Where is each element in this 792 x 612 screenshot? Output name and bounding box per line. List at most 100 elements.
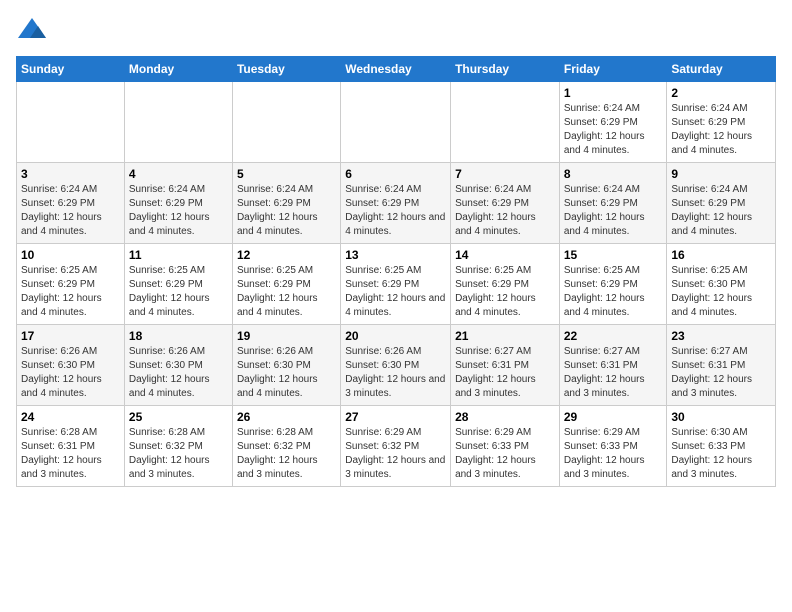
day-number: 10: [21, 248, 120, 262]
calendar-cell: 9Sunrise: 6:24 AM Sunset: 6:29 PM Daylig…: [667, 163, 776, 244]
day-info: Sunrise: 6:29 AM Sunset: 6:33 PM Dayligh…: [455, 426, 555, 482]
day-of-week-header: Wednesday: [341, 57, 451, 82]
day-number: 3: [21, 167, 120, 181]
calendar-cell: 26 Sunrise: 6:28 AM Sunset: 6:32 PM Dayli…: [232, 406, 340, 487]
day-number: 24: [21, 410, 120, 424]
calendar-cell: [341, 82, 451, 163]
day-info: Sunrise: 6:24 AM Sunset: 6:29 PM Dayligh…: [671, 102, 771, 158]
day-of-week-header: Tuesday: [232, 57, 340, 82]
calendar-cell: 29Sunrise: 6:29 AM Sunset: 6:33 PM Dayli…: [559, 406, 667, 487]
calendar-cell: 13 Sunrise: 6:25 AM Sunset: 6:29 PM Dayli…: [341, 244, 451, 325]
day-number: 12: [237, 248, 336, 262]
day-info: Sunrise: 6:26 AM Sunset: 6:30 PM Dayligh…: [129, 345, 228, 401]
logo: [16, 16, 52, 44]
day-info: Sunrise: 6:25 AM Sunset: 6:29 PM Dayligh…: [345, 264, 446, 320]
day-info: Sunrise: 6:25 AM Sunset: 6:29 PM Dayligh…: [237, 264, 336, 320]
day-number: 27: [345, 410, 446, 424]
day-number: 13: [345, 248, 446, 262]
calendar-cell: 8 Sunrise: 6:24 AM Sunset: 6:29 PM Daylig…: [559, 163, 667, 244]
day-info: Sunrise: 6:24 AM Sunset: 6:29 PM Dayligh…: [564, 183, 663, 239]
day-of-week-header: Saturday: [667, 57, 776, 82]
calendar-cell: 14 Sunrise: 6:25 AM Sunset: 6:29 PM Dayli…: [451, 244, 560, 325]
day-info: Sunrise: 6:26 AM Sunset: 6:30 PM Dayligh…: [237, 345, 336, 401]
calendar-cell: [17, 82, 125, 163]
calendar-cell: 2 Sunrise: 6:24 AM Sunset: 6:29 PM Daylig…: [667, 82, 776, 163]
calendar-week-row: 1Sunrise: 6:24 AM Sunset: 6:29 PM Daylig…: [17, 82, 776, 163]
day-info: Sunrise: 6:24 AM Sunset: 6:29 PM Dayligh…: [455, 183, 555, 239]
calendar-cell: 6 Sunrise: 6:24 AM Sunset: 6:29 PM Daylig…: [341, 163, 451, 244]
day-info: Sunrise: 6:24 AM Sunset: 6:29 PM Dayligh…: [129, 183, 228, 239]
day-info: Sunrise: 6:27 AM Sunset: 6:31 PM Dayligh…: [671, 345, 771, 401]
day-number: 14: [455, 248, 555, 262]
calendar-cell: 1Sunrise: 6:24 AM Sunset: 6:29 PM Daylig…: [559, 82, 667, 163]
calendar-cell: 16 Sunrise: 6:25 AM Sunset: 6:30 PM Dayli…: [667, 244, 776, 325]
day-info: Sunrise: 6:25 AM Sunset: 6:29 PM Dayligh…: [21, 264, 120, 320]
day-info: Sunrise: 6:28 AM Sunset: 6:32 PM Dayligh…: [237, 426, 336, 482]
day-info: Sunrise: 6:25 AM Sunset: 6:29 PM Dayligh…: [564, 264, 663, 320]
calendar-week-row: 17Sunrise: 6:26 AM Sunset: 6:30 PM Dayli…: [17, 325, 776, 406]
logo-icon: [16, 16, 48, 44]
calendar-cell: 28 Sunrise: 6:29 AM Sunset: 6:33 PM Dayli…: [451, 406, 560, 487]
day-number: 25: [129, 410, 228, 424]
day-info: Sunrise: 6:24 AM Sunset: 6:29 PM Dayligh…: [237, 183, 336, 239]
day-info: Sunrise: 6:24 AM Sunset: 6:29 PM Dayligh…: [345, 183, 446, 239]
day-info: Sunrise: 6:25 AM Sunset: 6:29 PM Dayligh…: [455, 264, 555, 320]
day-info: Sunrise: 6:24 AM Sunset: 6:29 PM Dayligh…: [564, 102, 663, 158]
calendar-week-row: 10 Sunrise: 6:25 AM Sunset: 6:29 PM Dayli…: [17, 244, 776, 325]
calendar-week-row: 24 Sunrise: 6:28 AM Sunset: 6:31 PM Dayli…: [17, 406, 776, 487]
day-info: Sunrise: 6:27 AM Sunset: 6:31 PM Dayligh…: [564, 345, 663, 401]
calendar-cell: [232, 82, 340, 163]
page-header: [16, 16, 776, 44]
day-info: Sunrise: 6:25 AM Sunset: 6:29 PM Dayligh…: [129, 264, 228, 320]
calendar-cell: 12 Sunrise: 6:25 AM Sunset: 6:29 PM Dayli…: [232, 244, 340, 325]
day-number: 5: [237, 167, 336, 181]
day-number: 11: [129, 248, 228, 262]
calendar-cell: 10 Sunrise: 6:25 AM Sunset: 6:29 PM Dayli…: [17, 244, 125, 325]
day-number: 28: [455, 410, 555, 424]
day-number: 15: [564, 248, 663, 262]
day-of-week-header: Friday: [559, 57, 667, 82]
day-info: Sunrise: 6:28 AM Sunset: 6:31 PM Dayligh…: [21, 426, 120, 482]
calendar-cell: 17Sunrise: 6:26 AM Sunset: 6:30 PM Dayli…: [17, 325, 125, 406]
day-number: 2: [671, 86, 771, 100]
calendar-cell: 7 Sunrise: 6:24 AM Sunset: 6:29 PM Daylig…: [451, 163, 560, 244]
calendar-cell: 22 Sunrise: 6:27 AM Sunset: 6:31 PM Dayli…: [559, 325, 667, 406]
day-number: 20: [345, 329, 446, 343]
calendar-cell: 15 Sunrise: 6:25 AM Sunset: 6:29 PM Dayli…: [559, 244, 667, 325]
calendar-cell: 21 Sunrise: 6:27 AM Sunset: 6:31 PM Dayli…: [451, 325, 560, 406]
day-number: 23: [671, 329, 771, 343]
day-info: Sunrise: 6:29 AM Sunset: 6:32 PM Dayligh…: [345, 426, 446, 482]
calendar-cell: 25Sunrise: 6:28 AM Sunset: 6:32 PM Dayli…: [124, 406, 232, 487]
day-number: 26: [237, 410, 336, 424]
calendar-cell: 24 Sunrise: 6:28 AM Sunset: 6:31 PM Dayli…: [17, 406, 125, 487]
day-info: Sunrise: 6:24 AM Sunset: 6:29 PM Dayligh…: [21, 183, 120, 239]
day-info: Sunrise: 6:25 AM Sunset: 6:30 PM Dayligh…: [671, 264, 771, 320]
day-number: 30: [671, 410, 771, 424]
day-number: 6: [345, 167, 446, 181]
calendar-week-row: 3 Sunrise: 6:24 AM Sunset: 6:29 PM Daylig…: [17, 163, 776, 244]
calendar-table: SundayMondayTuesdayWednesdayThursdayFrid…: [16, 56, 776, 487]
calendar-cell: 27 Sunrise: 6:29 AM Sunset: 6:32 PM Dayli…: [341, 406, 451, 487]
calendar-header-row: SundayMondayTuesdayWednesdayThursdayFrid…: [17, 57, 776, 82]
day-of-week-header: Thursday: [451, 57, 560, 82]
day-number: 18: [129, 329, 228, 343]
day-info: Sunrise: 6:29 AM Sunset: 6:33 PM Dayligh…: [564, 426, 663, 482]
day-number: 19: [237, 329, 336, 343]
day-info: Sunrise: 6:26 AM Sunset: 6:30 PM Dayligh…: [345, 345, 446, 401]
calendar-cell: 11 Sunrise: 6:25 AM Sunset: 6:29 PM Dayli…: [124, 244, 232, 325]
calendar-cell: 5 Sunrise: 6:24 AM Sunset: 6:29 PM Daylig…: [232, 163, 340, 244]
day-info: Sunrise: 6:27 AM Sunset: 6:31 PM Dayligh…: [455, 345, 555, 401]
day-of-week-header: Sunday: [17, 57, 125, 82]
day-number: 4: [129, 167, 228, 181]
calendar-cell: [451, 82, 560, 163]
day-of-week-header: Monday: [124, 57, 232, 82]
day-number: 21: [455, 329, 555, 343]
day-info: Sunrise: 6:24 AM Sunset: 6:29 PM Dayligh…: [671, 183, 771, 239]
day-number: 16: [671, 248, 771, 262]
day-info: Sunrise: 6:30 AM Sunset: 6:33 PM Dayligh…: [671, 426, 771, 482]
day-number: 22: [564, 329, 663, 343]
day-number: 7: [455, 167, 555, 181]
calendar-cell: 19 Sunrise: 6:26 AM Sunset: 6:30 PM Dayli…: [232, 325, 340, 406]
day-number: 8: [564, 167, 663, 181]
calendar-cell: 4 Sunrise: 6:24 AM Sunset: 6:29 PM Daylig…: [124, 163, 232, 244]
